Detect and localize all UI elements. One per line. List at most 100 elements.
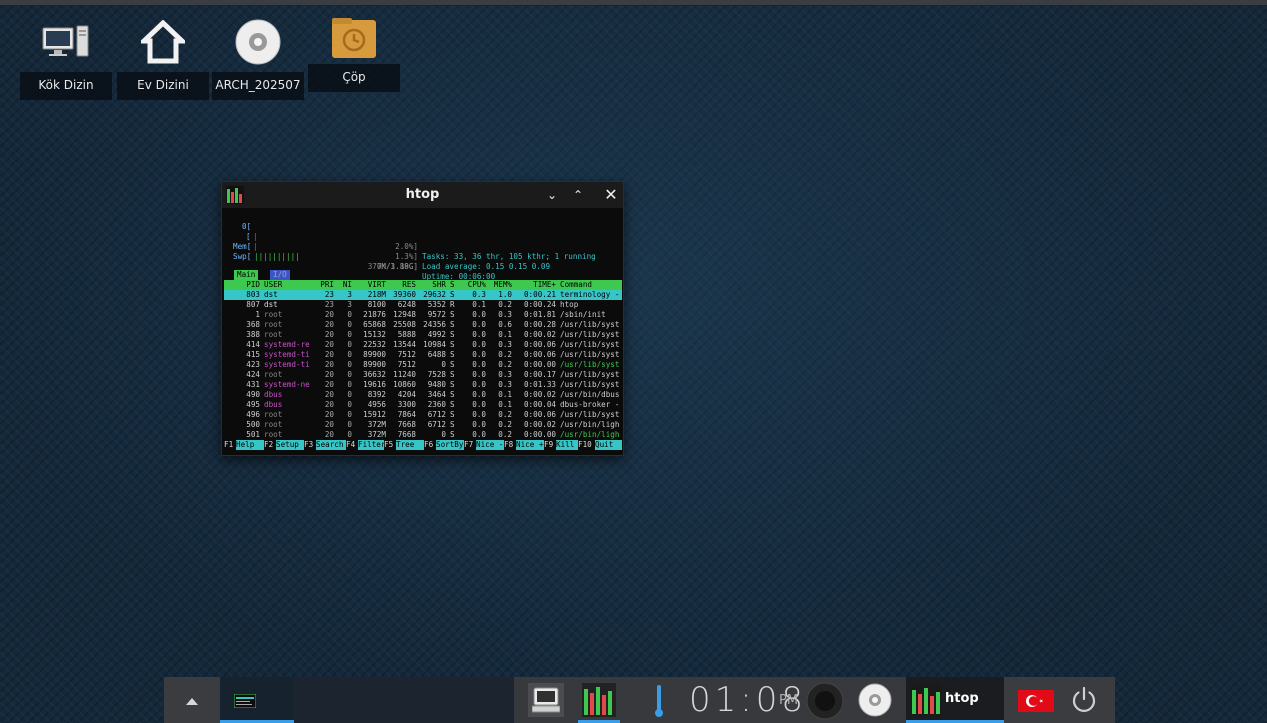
volume-knob-icon[interactable]: [806, 682, 844, 723]
cell-time: 0:01.33: [523, 380, 556, 389]
cell-command: htop: [560, 300, 579, 309]
cell-virt: 19616: [363, 380, 386, 389]
col-mem[interactable]: MEM%: [490, 280, 512, 290]
cell-res: 7864: [397, 410, 416, 419]
window-titlebar[interactable]: htop ⌄ ⌃ ✕: [222, 182, 623, 208]
col-command[interactable]: Command: [560, 280, 592, 290]
close-button[interactable]: ✕: [601, 185, 621, 205]
table-row[interactable]: 414 systemd-re 20 0 22532 13544 10984 S 0.0 0.3 0:…: [224, 340, 622, 350]
desktop-icon-home[interactable]: Ev Dizini: [117, 14, 209, 100]
table-row[interactable]: 388 root 20 0 15132 5888 4992 S 0.0 0.1 0:00.02/us…: [224, 330, 622, 340]
launcher-computer[interactable]: [528, 683, 564, 717]
fkey-label-nice[interactable]: Nice +: [516, 440, 544, 450]
table-row[interactable]: 1 root 20 0 21876 12948 9572 S 0.0 0.3 0:01.81/sbi…: [224, 310, 622, 320]
media-disc-icon[interactable]: [858, 683, 892, 721]
show-desktop-button[interactable]: [164, 677, 220, 723]
cell-ni: 0: [347, 400, 352, 409]
fkey-label-search[interactable]: Search: [316, 440, 346, 450]
desktop-icon-disc[interactable]: ARCH_202507: [212, 14, 304, 100]
cell-pid: 415: [246, 350, 260, 359]
close-icon: ✕: [604, 185, 618, 204]
cell-command: /usr/lib/syst: [560, 320, 620, 329]
cell-cpu: 0.0: [472, 330, 486, 339]
cell-mem: 0.2: [498, 350, 512, 359]
process-list[interactable]: 803 dst 23 3 218M 39360 29632 S 0.3 1.0 0:00.21 ter…: [224, 290, 622, 440]
cell-mem: 0.3: [498, 370, 512, 379]
col-pri[interactable]: PRI: [312, 280, 334, 290]
cell-time: 0:00.06: [523, 340, 556, 349]
taskbar-window-thumbnail[interactable]: [220, 677, 294, 723]
cell-time: 0:00.21: [523, 290, 556, 299]
col-shr[interactable]: SHR: [418, 280, 446, 290]
table-row[interactable]: 500 root 20 0 372M 7668 6712 S 0.0 0.2 0:00.02/usr…: [224, 420, 622, 430]
cell-virt: 372M: [367, 420, 386, 429]
power-button[interactable]: [1070, 686, 1098, 718]
cell-ni: 0: [347, 330, 352, 339]
cell-shr: 9480: [427, 380, 446, 389]
fkey-label-setup[interactable]: Setup: [276, 440, 304, 450]
col-res[interactable]: RES: [388, 280, 416, 290]
cell-mem: 0.3: [498, 310, 512, 319]
htop-window[interactable]: htop ⌄ ⌃ ✕ 0[ | 2.0%] Tasks: 33, 36 thr,…: [221, 181, 624, 456]
swp-meter-label: Swp[: [233, 252, 252, 261]
table-row[interactable]: 496 root 20 0 15912 7864 6712 S 0.0 0.2 0:00.06/us…: [224, 410, 622, 420]
cell-ni: 3: [347, 300, 352, 309]
trash-folder-icon: [308, 10, 400, 66]
cell-mem: 1.0: [498, 290, 512, 299]
table-row[interactable]: 807 dst 23 3 8100 6248 5352 R 0.1 0.2 0:00.24 htop: [224, 300, 622, 310]
desktop-icon-trash[interactable]: Çöp: [308, 14, 400, 92]
cell-res: 4204: [397, 390, 416, 399]
cell-cpu: 0.0: [472, 370, 486, 379]
cell-cpu: 0.0: [472, 340, 486, 349]
cell-res: 7668: [397, 430, 416, 439]
table-row[interactable]: 495 dbus 20 0 4956 3300 2360 S 0.0 0.1 0:00.04 dbus…: [224, 400, 622, 410]
table-row[interactable]: 431 systemd-ne 20 0 19616 10860 9480 S 0.0 0.3 0:0…: [224, 380, 622, 390]
col-virt[interactable]: VIRT: [354, 280, 386, 290]
col-ni[interactable]: NI: [338, 280, 352, 290]
desktop-icon-root[interactable]: Kök Dizin: [20, 14, 112, 100]
cell-pri: 20: [324, 410, 334, 419]
table-row[interactable]: 501 root 20 0 372M 7668 0 S 0.0 0.2 0:00.00/usr/bi…: [224, 430, 622, 440]
cell-res: 7512: [397, 360, 416, 369]
cell-pid: 423: [246, 360, 260, 369]
col-time[interactable]: TIME+: [516, 280, 556, 290]
col-pid[interactable]: PID: [228, 280, 260, 290]
col-s[interactable]: S: [450, 280, 455, 290]
col-cpu[interactable]: CPU%: [460, 280, 486, 290]
cell-shr: 7528: [427, 370, 446, 379]
table-row[interactable]: 368 root 20 0 65868 25508 24356 S 0.0 0.6 0:00.28 /…: [224, 320, 622, 330]
minimize-button[interactable]: ⌄: [542, 185, 562, 205]
cell-virt: 372M: [367, 430, 386, 439]
fkey-label-kill[interactable]: Kill: [556, 440, 578, 450]
thermometer-icon[interactable]: [654, 685, 664, 721]
table-row[interactable]: 415 systemd-ti 20 0 89900 7512 6488 S 0.0 0.2 0:00…: [224, 350, 622, 360]
htop-tabs: Main I/O: [224, 270, 622, 280]
cell-pid: 388: [246, 330, 260, 339]
table-row[interactable]: 424 root 20 0 36632 11240 7528 S 0.0 0.3 0:00.17/u…: [224, 370, 622, 380]
cell-user: systemd-re: [264, 340, 310, 349]
fkey-label-help[interactable]: Help: [236, 440, 264, 450]
tab-io[interactable]: I/O: [270, 270, 290, 280]
table-row[interactable]: 423 systemd-ti 20 0 89900 7512 0 S 0.0 0.2 0:00.00…: [224, 360, 622, 370]
fkey-label-tree[interactable]: Tree: [396, 440, 424, 450]
cell-pri: 20: [324, 310, 334, 319]
col-user[interactable]: USER: [264, 280, 282, 290]
taskbar-task-htop[interactable]: htop: [906, 677, 1004, 723]
turkey-flag-icon[interactable]: [1018, 690, 1054, 716]
cell-ni: 0: [347, 390, 352, 399]
table-row-selected[interactable]: 803 dst 23 3 218M 39360 29632 S 0.3 1.0 0:00.21 ter…: [224, 290, 622, 300]
fkey-label-sortby[interactable]: SortBy: [436, 440, 464, 450]
chevron-up-icon: ⌃: [572, 188, 584, 202]
terminal-area[interactable]: 0[ | 2.0%] Tasks: 33, 36 thr, 105 kthr; …: [224, 212, 622, 452]
cell-s: S: [450, 320, 455, 329]
cell-s: S: [450, 430, 455, 439]
maximize-button[interactable]: ⌃: [568, 185, 588, 205]
cell-virt: 22532: [363, 340, 386, 349]
tab-main[interactable]: Main: [234, 270, 259, 280]
fkey-label-quit[interactable]: Quit: [595, 440, 622, 450]
launcher-htop[interactable]: [578, 681, 620, 723]
fkey-label-nice[interactable]: Nice -: [476, 440, 504, 450]
fkey-f10: F10: [578, 440, 592, 449]
table-row[interactable]: 490 dbus 20 0 8392 4204 3464 S 0.0 0.1 0:00.02/usr…: [224, 390, 622, 400]
fkey-label-filter[interactable]: Filter: [358, 440, 385, 450]
